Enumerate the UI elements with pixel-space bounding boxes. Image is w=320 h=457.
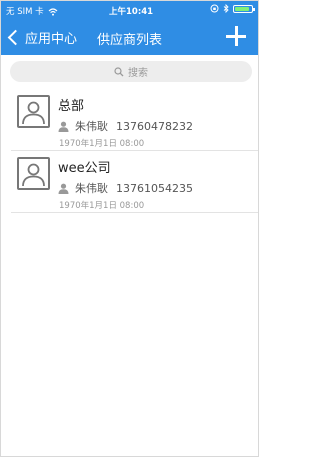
contact-phone: 13761054235 <box>116 181 193 195</box>
supplier-contact: 朱伟耿 13760478232 <box>58 118 193 134</box>
status-bar: 无 SIM 卡 上午10:41 <box>1 1 258 19</box>
user-avatar-icon <box>22 163 45 187</box>
bluetooth-icon <box>223 4 229 13</box>
carrier-text: 无 SIM 卡 <box>6 7 44 17</box>
list-item[interactable]: 总部 朱伟耿 13760478232 1970年1月1日 08:00 <box>11 89 258 151</box>
carrier-status: 无 SIM 卡 <box>6 5 58 17</box>
search-bar: 搜索 <box>1 55 258 89</box>
supplier-date: 1970年1月1日 08:00 <box>59 201 145 211</box>
app-screen: 无 SIM 卡 上午10:41 应用中心 供应商列表 搜索 总部 朱伟耿 137… <box>0 0 259 457</box>
wifi-icon <box>48 7 58 16</box>
page-title: 供应商列表 <box>97 33 163 48</box>
avatar <box>17 157 50 190</box>
user-avatar-icon <box>22 101 45 125</box>
contact-name: 朱伟耿 <box>75 120 108 133</box>
supplier-name: 总部 <box>58 99 85 114</box>
back-button[interactable]: 应用中心 <box>7 24 77 50</box>
list-item[interactable]: wee公司 朱伟耿 13761054235 1970年1月1日 08:00 <box>11 151 258 213</box>
supplier-contact: 朱伟耿 13761054235 <box>58 180 193 196</box>
orientation-lock-icon <box>210 4 219 13</box>
supplier-date: 1970年1月1日 08:00 <box>59 139 145 149</box>
search-placeholder: 搜索 <box>128 68 148 79</box>
battery-icon <box>233 4 255 13</box>
avatar <box>17 95 50 128</box>
back-label: 应用中心 <box>25 31 78 47</box>
supplier-name: wee公司 <box>58 161 111 176</box>
contact-phone: 13760478232 <box>116 119 193 133</box>
nav-bar: 应用中心 供应商列表 <box>1 19 258 55</box>
person-icon <box>58 121 69 132</box>
contact-name: 朱伟耿 <box>75 182 108 195</box>
person-icon <box>58 183 69 194</box>
status-icons <box>210 4 255 13</box>
supplier-list: 总部 朱伟耿 13760478232 1970年1月1日 08:00 wee公司 <box>1 89 258 213</box>
chevron-left-icon <box>7 29 24 45</box>
battery-level <box>235 6 249 11</box>
search-input[interactable]: 搜索 <box>10 61 252 82</box>
search-icon <box>114 66 124 76</box>
add-supplier-button[interactable] <box>226 26 246 46</box>
clock: 上午10:41 <box>109 7 154 17</box>
